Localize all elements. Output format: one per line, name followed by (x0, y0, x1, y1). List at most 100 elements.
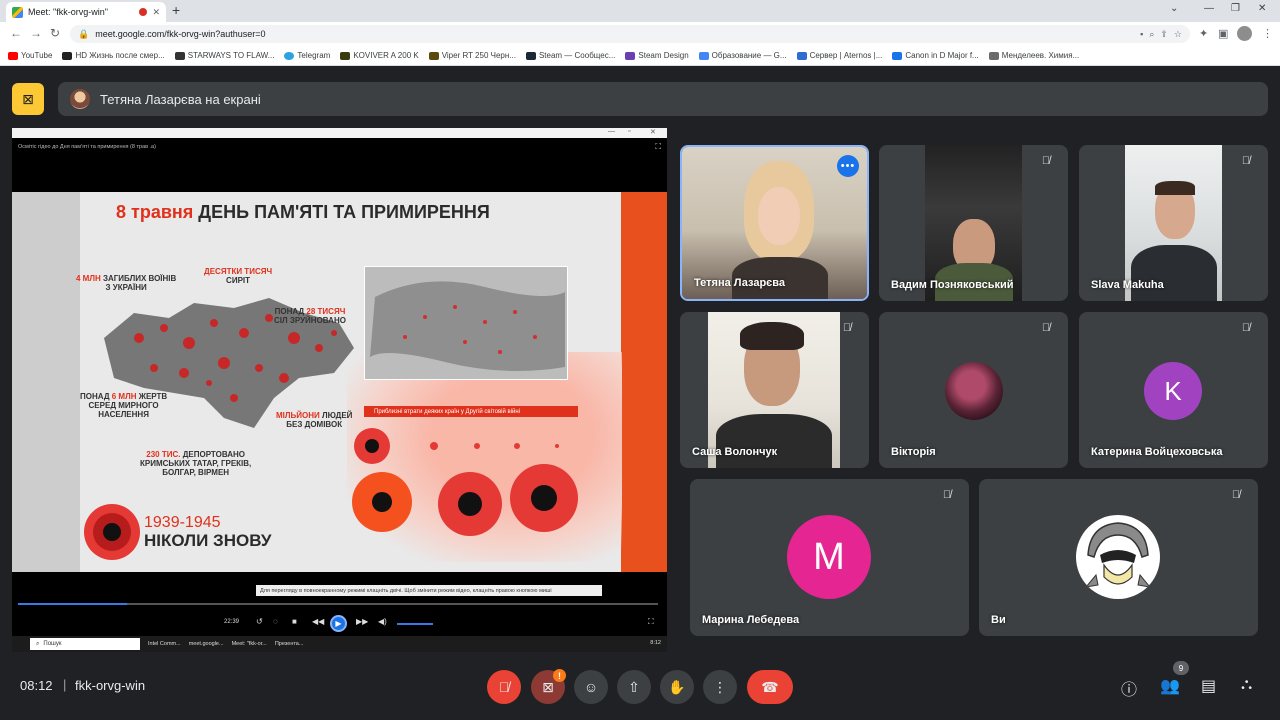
activities-icon[interactable]: ⛬ (1241, 676, 1252, 694)
bookmark-item[interactable]: HD Жизнь после смер... (62, 51, 165, 60)
person-hair (1155, 181, 1195, 195)
bookmark-item[interactable]: Steam Design (625, 51, 689, 60)
bookmark-item[interactable]: KOVIVER A 200 K (340, 51, 419, 60)
volume-slider (397, 623, 433, 625)
meet-favicon-icon (12, 6, 23, 18)
more-options-button[interactable]: ⋮ (703, 670, 737, 704)
profile-avatar[interactable] (1237, 26, 1252, 41)
camera-warning-icon: ! (553, 669, 566, 682)
participant-tile-slava[interactable]: 🎙̸ Slava Makuha (1079, 145, 1268, 301)
participant-tile-kateryna[interactable]: K 🎙̸ Катерина Войцеховська (1079, 312, 1268, 468)
participant-name: Марина Лебедева (702, 614, 800, 626)
present-now-button[interactable]: ⇧ (617, 670, 651, 704)
participant-video (708, 312, 840, 468)
zoom-icon[interactable]: ⌕ (1149, 29, 1154, 40)
shared-window-titlebar: — ▫ ✕ (12, 128, 667, 138)
leave-call-button[interactable]: ☎ (747, 670, 793, 704)
bookmark-icon (698, 51, 709, 60)
mic-off-icon: 🎙̸ (942, 489, 952, 501)
video-player-controls: 22:39 ↺ ◌ ■ ◀◀ ▶ ▶▶ ◀) ⛶ (12, 614, 667, 632)
person-shoulders (716, 414, 832, 468)
share-icon[interactable]: ⇪ (1160, 29, 1168, 40)
more-options-icon[interactable]: ••• (837, 155, 859, 177)
close-window-icon[interactable]: ✕ (1258, 3, 1266, 14)
slide-title: 8 травня ДЕНЬ ПАМ'ЯТІ ТА ПРИМИРЕННЯ (116, 202, 490, 222)
bookmarks-bar: YouTube HD Жизнь после смер... STARWAYS … (0, 46, 1280, 66)
participant-tile-tetiana[interactable]: ••• Тетяна Лазарєва (680, 145, 869, 301)
camera-off-icon: ⊠ (542, 678, 554, 695)
reactions-button[interactable]: ☺ (574, 670, 608, 704)
bookmark-item[interactable]: STARWAYS TO FLAW... (174, 51, 274, 60)
participant-tile-sasha[interactable]: 🎙̸ Саша Волончук (680, 312, 869, 468)
volume-icon: ◀) (378, 617, 387, 626)
stop-presentation-button[interactable]: ⊠ (12, 83, 44, 115)
hang-up-icon: ☎ (761, 678, 779, 695)
bookmark-item[interactable]: Viper RT 250 Черн... (428, 51, 516, 60)
bookmark-icon (988, 51, 999, 60)
bookmark-star-icon[interactable]: ☆ (1174, 29, 1182, 40)
minimize-icon[interactable]: — (1204, 3, 1214, 14)
shared-close-icon: ✕ (650, 129, 656, 136)
tab-search-icon[interactable]: ⌄ (1170, 3, 1178, 14)
hand-icon: ✋ (668, 678, 686, 695)
participant-name: Вадим Позняковський (891, 279, 1014, 291)
participant-avatar: M (787, 515, 871, 599)
participant-name: Ви (991, 614, 1006, 626)
bookmark-item[interactable]: YouTube (8, 51, 52, 60)
reload-icon[interactable]: ↻ (50, 26, 60, 40)
taskbar-search: ⌕ Пошук (30, 638, 140, 650)
close-tab-icon[interactable]: ✕ (152, 7, 160, 18)
slide-stat-orphans: ДЕСЯТКИ ТИСЯЧ СИРІТ (204, 267, 273, 286)
mic-off-icon: 🎙̸ (842, 322, 852, 334)
browser-menu-icon[interactable]: ⋮ (1262, 27, 1273, 40)
bookmark-item[interactable]: Образование — G... (698, 51, 787, 60)
participant-video (1125, 145, 1222, 301)
participant-tile-you[interactable]: 🎙̸ Ви (979, 479, 1258, 636)
bookmark-item[interactable]: Сервер | Aternos |... (796, 51, 882, 60)
chat-icon[interactable]: ▤ (1201, 676, 1216, 696)
participant-tile-vadym[interactable]: 🎙̸ Вадим Позняковський (879, 145, 1068, 301)
back-icon[interactable]: ← (10, 26, 22, 40)
extensions-icon[interactable]: ✦ (1199, 27, 1208, 40)
lock-icon[interactable]: 🔒 (78, 29, 89, 40)
present-off-icon: ⊠ (22, 90, 34, 107)
camera-in-use-icon[interactable]: ▪ (1140, 29, 1143, 39)
bookmark-item[interactable]: Менделеев. Химия... (988, 51, 1079, 60)
meeting-details-icon[interactable]: ⓘ (1121, 676, 1137, 700)
person-face (758, 187, 800, 245)
microphone-toggle-button[interactable]: 🎙̸ (487, 670, 521, 704)
url-text: meet.google.com/fkk-orvg-win?authuser=0 (95, 29, 266, 39)
rewind-icon: ◀◀ (312, 617, 325, 626)
restore-icon[interactable]: ❐ (1231, 3, 1240, 14)
participant-avatar (945, 362, 1003, 420)
bookmark-item[interactable]: Canon in D Major f... (892, 51, 979, 60)
slide-years: 1939-1945 (144, 514, 221, 531)
bookmark-item[interactable]: Steam — Сообщес... (525, 51, 615, 60)
play-icon: ▶ (330, 615, 347, 632)
taskbar-clock: 8:12 (650, 640, 661, 646)
new-tab-icon[interactable]: + (172, 2, 180, 18)
mic-off-icon: 🎙̸ (1041, 322, 1051, 334)
presenting-chip[interactable]: Тетяна Лазарєва на екрані (58, 82, 1268, 116)
bookmark-item[interactable]: Telegram (284, 51, 330, 60)
participant-tile-maryna[interactable]: M 🎙̸ Марина Лебедева (690, 479, 969, 636)
skip-back-icon: ↺ (256, 617, 263, 626)
address-bar[interactable]: 🔒 meet.google.com/fkk-orvg-win?authuser=… (70, 25, 1190, 43)
participant-name: Вікторія (891, 446, 936, 458)
mic-off-icon: 🎙̸ (1241, 322, 1251, 334)
video-progress-bar (18, 603, 658, 605)
meet-top-bar: ⊠ Тетяна Лазарєва на екрані (0, 66, 1280, 128)
bookmark-icon (174, 51, 185, 60)
bookmark-icon (796, 51, 807, 60)
shared-screen[interactable]: — ▫ ✕ Осмітіс гідео до Дня пам'яті та пр… (12, 128, 667, 652)
people-icon[interactable]: 👥 (1160, 676, 1180, 696)
raise-hand-button[interactable]: ✋ (660, 670, 694, 704)
emoji-icon: ☺ (583, 679, 599, 695)
present-screen-icon: ⇧ (628, 678, 640, 695)
side-panel-icon[interactable]: ▣ (1218, 27, 1228, 40)
participant-tile-viktoriia[interactable]: 🎙̸ Вікторія (879, 312, 1068, 468)
presenting-text: Тетяна Лазарєва на екрані (100, 91, 261, 107)
slide-stat-deported: 230 ТИС. ДЕПОРТОВАНО КРИМСЬКИХ ТАТАР, ГР… (140, 450, 252, 478)
browser-tab-meet[interactable]: Meet: "fkk-orvg-win" ✕ (6, 2, 166, 22)
forward-icon[interactable]: → (30, 26, 42, 40)
